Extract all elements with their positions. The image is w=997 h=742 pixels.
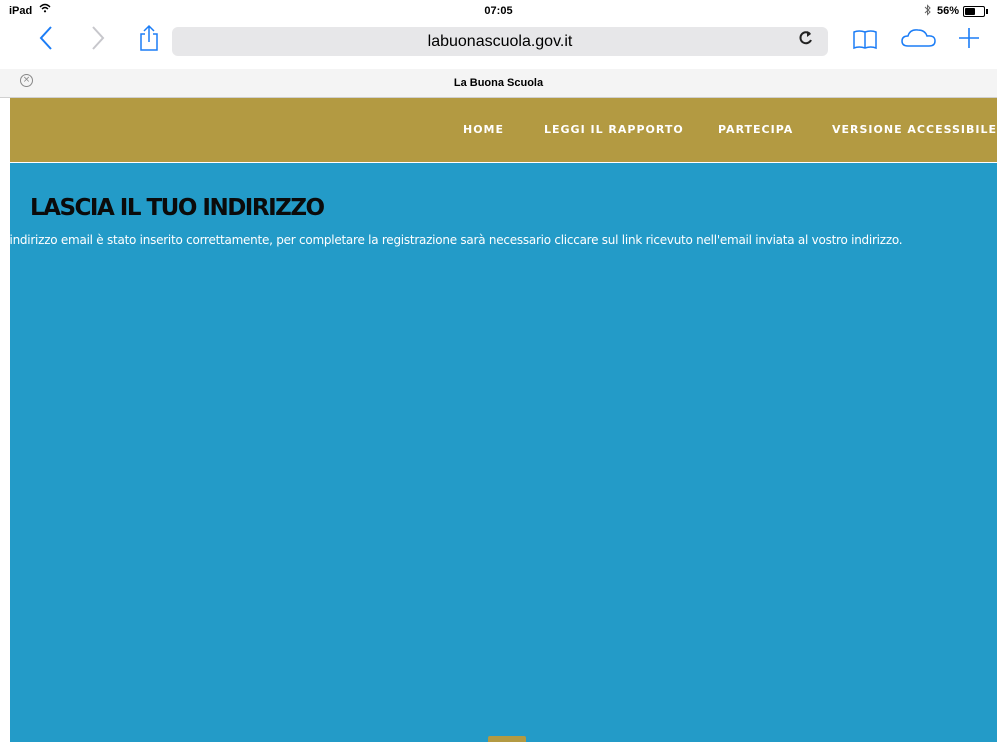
forward-icon[interactable] — [90, 24, 106, 57]
nav-link-versione-accessibile[interactable]: VERSIONE ACCESSIBILE — [832, 123, 997, 136]
bookmarks-icon[interactable] — [852, 24, 878, 57]
battery-icon — [963, 6, 988, 17]
status-bar: iPad 07:05 56% — [0, 0, 997, 22]
new-tab-icon[interactable] — [958, 24, 980, 57]
url-text: labuonascuola.gov.it — [427, 33, 573, 50]
status-time: 07:05 — [484, 5, 513, 17]
nav-link-leggi-il-rapporto[interactable]: LEGGI IL RAPPORTO — [544, 123, 684, 136]
back-icon[interactable] — [38, 24, 54, 57]
nav-link-partecipa[interactable]: PARTECIPA — [718, 123, 793, 136]
browser-toolbar: labuonascuola.gov.it — [0, 22, 997, 62]
bluetooth-icon — [924, 4, 932, 19]
main-content: LASCIA IL TUO INDIRIZZO L'indirizzo emai… — [0, 163, 997, 742]
address-bar[interactable]: labuonascuola.gov.it — [172, 27, 828, 56]
page-heading: LASCIA IL TUO INDIRIZZO — [30, 195, 325, 221]
battery-tip — [986, 9, 988, 14]
nav-link-home[interactable]: HOME — [463, 123, 504, 136]
confirmation-message: L'indirizzo email è stato inserito corre… — [0, 233, 903, 247]
icloud-tabs-icon[interactable] — [900, 24, 938, 57]
tab-title[interactable]: La Buona Scuola — [0, 77, 997, 89]
site-navigation: HOME LEGGI IL RAPPORTO PARTECIPA VERSION… — [10, 98, 997, 163]
tab-bar: × La Buona Scuola — [0, 69, 997, 98]
share-icon[interactable] — [138, 24, 160, 57]
scroll-top-tab[interactable] — [488, 736, 526, 742]
battery-percentage: 56% — [937, 5, 960, 17]
reload-icon[interactable] — [799, 30, 813, 51]
battery-fill — [965, 8, 976, 15]
